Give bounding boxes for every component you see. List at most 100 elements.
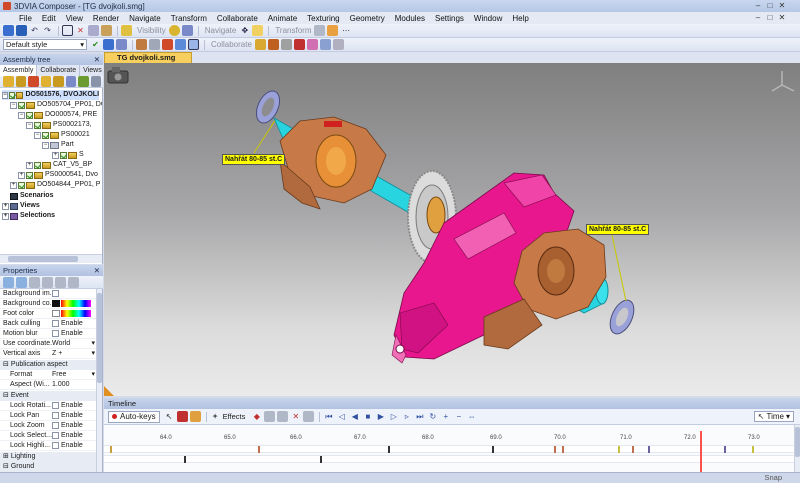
axis-triad-icon[interactable]	[771, 71, 795, 92]
tree-node[interactable]: − Part	[42, 140, 74, 150]
collapse-icon[interactable]: −	[42, 141, 49, 149]
tab-assembly[interactable]: Assembly ...	[0, 65, 38, 85]
color-picker[interactable]	[61, 310, 91, 317]
checkbox-icon[interactable]	[34, 121, 41, 129]
timeline-tracks[interactable]: 64.0 65.0 66.0 67.0 68.0 69.0 70.0 71.0 …	[104, 425, 800, 472]
step-forward-icon[interactable]: ▷	[388, 411, 399, 422]
property-value[interactable]: Enable	[52, 411, 97, 420]
checkbox[interactable]	[52, 442, 59, 449]
lasso-icon[interactable]: ✕	[75, 25, 86, 36]
property-value[interactable]: Enable	[52, 329, 97, 338]
keyframe[interactable]	[618, 446, 620, 453]
checkbox-icon[interactable]	[18, 101, 25, 109]
property-row[interactable]: Aspect (Wi... 1.000	[0, 380, 97, 390]
expand-icon[interactable]: ⊞	[3, 453, 11, 460]
tree-hide-icon[interactable]	[15, 76, 26, 87]
pointer-icon[interactable]: ↖	[164, 411, 175, 422]
collapse-icon[interactable]: −	[10, 101, 17, 109]
apply-style-icon[interactable]: ✔	[90, 39, 101, 50]
markup-icon[interactable]	[306, 39, 318, 50]
tree-node[interactable]: − DO000574, PRE	[18, 110, 97, 120]
group-ground[interactable]: ⊟ Ground	[0, 462, 97, 472]
toggle-render-icon[interactable]	[188, 39, 199, 50]
collapse-icon[interactable]: ⊟	[3, 392, 11, 399]
scrollbar-thumb[interactable]	[795, 427, 800, 457]
effects-button[interactable]: Effects	[223, 412, 246, 421]
scrollbar-thumb[interactable]	[97, 293, 102, 383]
property-row[interactable]: Vertical axis Z + ▾	[0, 349, 97, 359]
tree-horizontal-scrollbar[interactable]	[0, 254, 102, 263]
comment-icon[interactable]	[319, 39, 331, 50]
keyframe[interactable]	[492, 446, 494, 453]
property-row[interactable]: Lock Zoom Enable	[0, 421, 97, 431]
expand-icon[interactable]: +	[10, 181, 17, 189]
group-event[interactable]: ⊟ Event	[0, 391, 97, 401]
menu-window[interactable]: Window	[469, 14, 507, 23]
timeline-track[interactable]	[104, 445, 794, 453]
prop-page-icon[interactable]	[55, 276, 66, 288]
close-icon[interactable]: ✕	[94, 265, 100, 276]
visibility-icon[interactable]	[121, 25, 132, 36]
checkbox-icon[interactable]	[26, 111, 33, 119]
keyframe[interactable]	[648, 446, 650, 453]
color-swatch[interactable]	[52, 310, 60, 317]
property-row[interactable]: Back culling Enable	[0, 319, 97, 329]
paint-icon[interactable]	[101, 25, 112, 36]
tree-section-views[interactable]: + Views	[2, 201, 40, 211]
checkbox-icon[interactable]	[18, 181, 25, 189]
light-icon[interactable]	[168, 25, 180, 36]
property-row[interactable]: Lock Highli... Enable	[0, 441, 97, 451]
annotation-callout-left[interactable]: Nahřát 80-85 st.C	[222, 154, 286, 165]
menu-view[interactable]: View	[61, 14, 88, 23]
key-move-icon[interactable]	[189, 411, 201, 422]
checkbox-icon[interactable]	[60, 151, 67, 159]
cut-icon[interactable]	[332, 39, 344, 50]
menu-navigate[interactable]: Navigate	[124, 14, 166, 23]
snap-indicator[interactable]: Snap	[764, 473, 782, 483]
save-icon[interactable]	[16, 25, 27, 36]
sort-category-icon[interactable]	[3, 276, 14, 288]
checkbox[interactable]	[52, 412, 59, 419]
property-value[interactable]: Enable	[52, 441, 97, 450]
move-icon[interactable]: ✥	[239, 25, 250, 36]
auto-keys-button[interactable]: Auto-keys	[108, 410, 160, 423]
select-rect-icon[interactable]	[62, 25, 73, 36]
3d-model[interactable]	[104, 63, 800, 396]
fly-icon[interactable]	[252, 25, 264, 36]
timeline-ruler[interactable]: 64.0 65.0 66.0 67.0 68.0 69.0 70.0 71.0 …	[104, 433, 800, 443]
zoom-fit-icon[interactable]: ⇔	[466, 411, 477, 422]
shading-icon[interactable]	[149, 39, 160, 50]
prop-options-icon[interactable]	[42, 276, 53, 288]
property-dropdown[interactable]: Z + ▾	[52, 349, 97, 358]
zoom-out-icon[interactable]: −	[453, 411, 464, 422]
tab-views[interactable]: Views	[80, 65, 106, 76]
property-row[interactable]: Lock Rotati... Enable	[0, 401, 97, 411]
tree-node[interactable]: + DO504844_PP01, P	[10, 180, 100, 190]
undo-icon[interactable]: ↶	[29, 25, 40, 36]
key-select-icon[interactable]	[176, 411, 188, 422]
keyframe[interactable]	[320, 456, 322, 463]
menu-render[interactable]: Render	[88, 14, 124, 23]
tree-group-icon[interactable]	[40, 76, 51, 87]
annotation-icon[interactable]	[254, 39, 266, 50]
checkbox-icon[interactable]	[42, 131, 49, 139]
tree-filter-icon[interactable]	[78, 76, 89, 87]
tree-sort-icon[interactable]	[65, 76, 76, 87]
menu-settings[interactable]: Settings	[430, 14, 469, 23]
bearing-housing-left[interactable]	[279, 116, 387, 210]
menu-help[interactable]: Help	[507, 14, 533, 23]
tree-node[interactable]: − DO501576, DVOJKOLI	[2, 90, 99, 100]
marker-icon[interactable]	[293, 39, 305, 50]
property-row[interactable]: Background co...	[0, 299, 97, 309]
prop-reset-icon[interactable]	[68, 276, 79, 288]
keyframe[interactable]	[724, 446, 726, 453]
style-new-icon[interactable]	[103, 39, 114, 50]
tree-node[interactable]: + CAT_V5_BP	[26, 160, 92, 170]
keyframe[interactable]	[752, 446, 754, 453]
keyframe[interactable]	[554, 446, 556, 453]
property-value[interactable]: Enable	[52, 319, 97, 328]
property-value[interactable]	[52, 289, 97, 298]
property-value[interactable]: Enable	[52, 421, 97, 430]
next-key-icon[interactable]: ▹	[401, 411, 412, 422]
more-tools-icon[interactable]: ⋯	[340, 25, 351, 36]
